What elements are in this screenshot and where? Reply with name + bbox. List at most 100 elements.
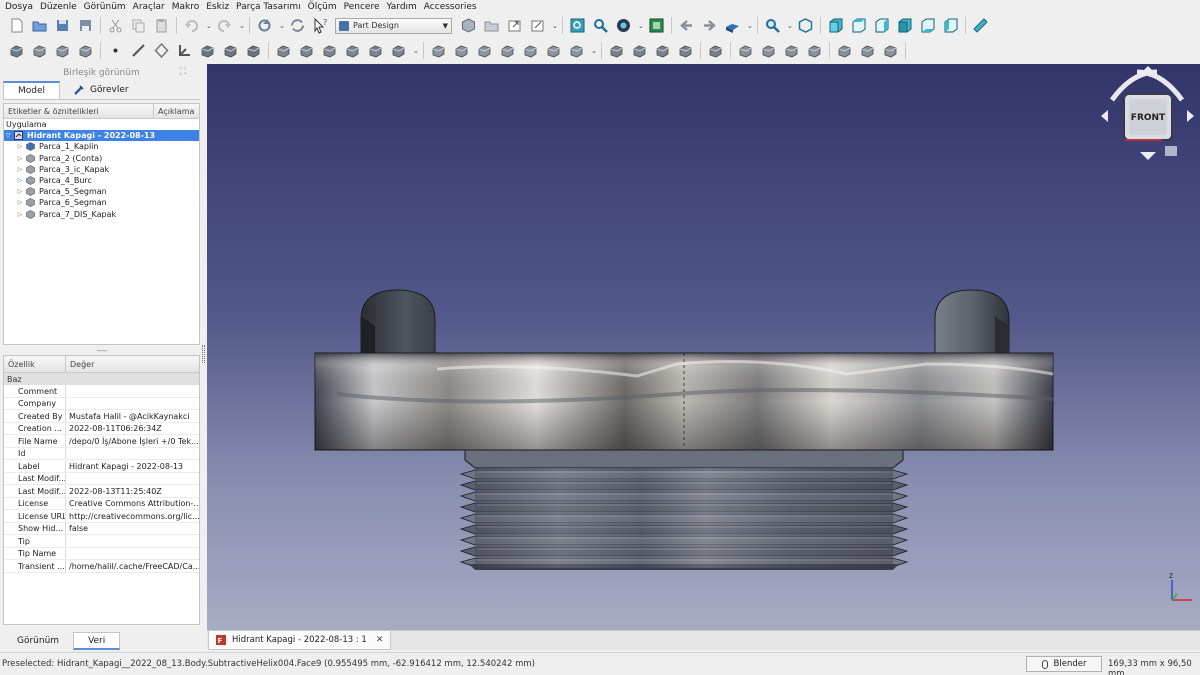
subshape-binder-icon[interactable] [222, 42, 239, 59]
property-row[interactable]: Show Hid... false [4, 522, 199, 536]
property-value[interactable] [66, 385, 199, 397]
menu-tools[interactable]: Araçlar [133, 2, 165, 12]
menu-window[interactable]: Pencere [344, 2, 380, 12]
feature-dropdown-icon[interactable]: ⌄ [591, 47, 597, 55]
property-row[interactable]: Label Hidrant Kapagi - 2022-08-13 [4, 460, 199, 473]
property-value[interactable]: 2022-08-11T06:26:34Z [66, 423, 199, 435]
copy-icon[interactable] [130, 17, 147, 34]
shaft-wizard-icon[interactable] [882, 42, 899, 59]
create-sketch-icon[interactable] [31, 42, 48, 59]
menu-file[interactable]: Dosya [5, 2, 33, 12]
property-value[interactable]: http://creativecommons.org/lic... [66, 510, 199, 522]
workbench-select[interactable]: Part Design ▼ [335, 17, 452, 34]
subtractive-pipe-icon[interactable] [522, 42, 539, 59]
navcube-arrow-right-icon[interactable] [1187, 110, 1194, 122]
send-to-view-icon[interactable] [724, 17, 741, 34]
tree-item[interactable]: ▷ Parca_3_ic_Kapak [4, 164, 199, 175]
menu-sketch[interactable]: Eskiz [206, 2, 229, 12]
tree-header-labels[interactable]: Etiketler & öznitelikleri [4, 104, 154, 118]
undo-icon[interactable] [183, 17, 200, 34]
redo-icon[interactable] [216, 17, 233, 34]
property-value[interactable]: Hidrant Kapagi - 2022-08-13 [66, 460, 199, 472]
property-value[interactable]: Mustafa Halil - @AcikKaynakci [66, 410, 199, 422]
close-icon[interactable]: ✕ [376, 635, 384, 645]
float-panel-icon[interactable]: ⛶ [180, 67, 186, 77]
property-value[interactable]: 2022-08-13T11:25:40Z [66, 485, 199, 497]
document-tab[interactable]: F Hidrant Kapagi - 2022-08-13 : 1 ✕ [208, 631, 392, 650]
property-row[interactable]: Comment [4, 385, 199, 398]
property-row[interactable]: Creation ... 2022-08-11T06:26:34Z [4, 422, 199, 436]
property-header-value[interactable]: Değer [66, 356, 94, 372]
property-header-name[interactable]: Özellik [4, 356, 66, 372]
3d-viewport[interactable]: FRONT z [207, 64, 1200, 630]
subtractive-loft-icon[interactable] [499, 42, 516, 59]
shape-binder-icon[interactable] [199, 42, 216, 59]
menu-part-design[interactable]: Parça Tasarımı [236, 2, 301, 12]
expand-arrow-icon[interactable]: ▷ [16, 143, 24, 150]
datum-line-icon[interactable] [130, 42, 147, 59]
navcube-arrow-down-icon[interactable] [1140, 152, 1156, 160]
menu-macro[interactable]: Makro [172, 2, 200, 12]
linear-pattern-icon[interactable] [760, 42, 777, 59]
property-value[interactable]: /depo/0 İş/Abone İşleri +/0 Tek... [66, 435, 199, 447]
sprocket-icon[interactable] [836, 42, 853, 59]
draw-style-icon[interactable] [615, 17, 632, 34]
polar-pattern-icon[interactable] [783, 42, 800, 59]
mirrored-icon[interactable] [737, 42, 754, 59]
paste-icon[interactable] [153, 17, 170, 34]
zoom-dropdown-icon[interactable]: ⌄ [787, 22, 793, 30]
property-value[interactable]: Creative Commons Attribution-... [66, 498, 199, 510]
revolution-icon[interactable] [298, 42, 315, 59]
view-isometric-icon[interactable] [797, 17, 814, 34]
refresh-icon[interactable] [256, 17, 273, 34]
group-folder-icon[interactable] [483, 17, 500, 34]
draw-style-dropdown-icon[interactable]: ⌄ [638, 22, 644, 30]
datum-point-icon[interactable] [107, 42, 124, 59]
menu-measure[interactable]: Ölçüm [308, 2, 337, 12]
tree-item[interactable]: ▷ Parca_6_Segman [4, 197, 199, 208]
property-value[interactable]: /home/halil/.cache/FreeCAD/Ca... [66, 560, 199, 572]
property-row[interactable]: License URL http://creativecommons.org/li… [4, 510, 199, 523]
open-folder-icon[interactable] [31, 17, 48, 34]
tree-item[interactable]: ▷ Parca_5_Segman [4, 186, 199, 197]
collapse-arrow-icon[interactable]: ▽ [4, 132, 12, 139]
navcube-arrow-left-icon[interactable] [1101, 110, 1108, 122]
save-as-icon[interactable] [77, 17, 94, 34]
involute-gear-icon[interactable] [859, 42, 876, 59]
validate-sketch-icon[interactable] [54, 42, 71, 59]
property-row[interactable]: Transient .../home/halil/.cache/FreeCAD/… [4, 560, 199, 573]
property-row[interactable]: Tip [4, 535, 199, 548]
link-icon[interactable] [506, 17, 523, 34]
property-row[interactable]: Last Modif... [4, 472, 199, 486]
property-row[interactable]: License Creative Commons Attribution-... [4, 497, 199, 511]
part-icon[interactable] [460, 17, 477, 34]
property-value[interactable] [66, 448, 199, 460]
multi-transform-icon[interactable] [806, 42, 823, 59]
feature-dropdown-icon[interactable]: ⌄ [413, 47, 419, 55]
view-left-icon[interactable] [942, 17, 959, 34]
tree-item[interactable]: ▷ Parca_1_Kaplin [4, 141, 199, 152]
navigation-style-button[interactable]: Blender [1026, 656, 1102, 672]
datum-plane-icon[interactable] [153, 42, 170, 59]
pad-icon[interactable] [275, 42, 292, 59]
draft-icon[interactable] [654, 42, 671, 59]
tree-header-description[interactable]: Açıklama [154, 104, 194, 118]
clone-icon[interactable] [245, 42, 262, 59]
create-body-icon[interactable] [8, 42, 25, 59]
refresh-dropdown-icon[interactable]: ⌄ [279, 22, 285, 30]
view-right-icon[interactable] [873, 17, 890, 34]
thread-neck[interactable] [464, 449, 904, 469]
property-row[interactable]: File Name/depo/0 İş/Abone İşleri +/0 Tek… [4, 435, 199, 448]
additive-pipe-icon[interactable] [344, 42, 361, 59]
tree-document-row[interactable]: ▽ Hidrant Kapagi - 2022-08-13 [4, 130, 199, 142]
back-arrow-icon[interactable] [678, 17, 695, 34]
panel-splitter[interactable]: ----- [3, 345, 200, 355]
expand-arrow-icon[interactable]: ▷ [16, 211, 24, 218]
additive-loft-icon[interactable] [321, 42, 338, 59]
view-top-icon[interactable] [850, 17, 867, 34]
fit-all-icon[interactable] [569, 17, 586, 34]
subtractive-primitive-icon[interactable] [568, 42, 585, 59]
panel-resize-handle[interactable] [202, 345, 205, 363]
recompute-icon[interactable] [289, 17, 306, 34]
property-row[interactable]: Last Modif... 2022-08-13T11:25:40Z [4, 485, 199, 498]
